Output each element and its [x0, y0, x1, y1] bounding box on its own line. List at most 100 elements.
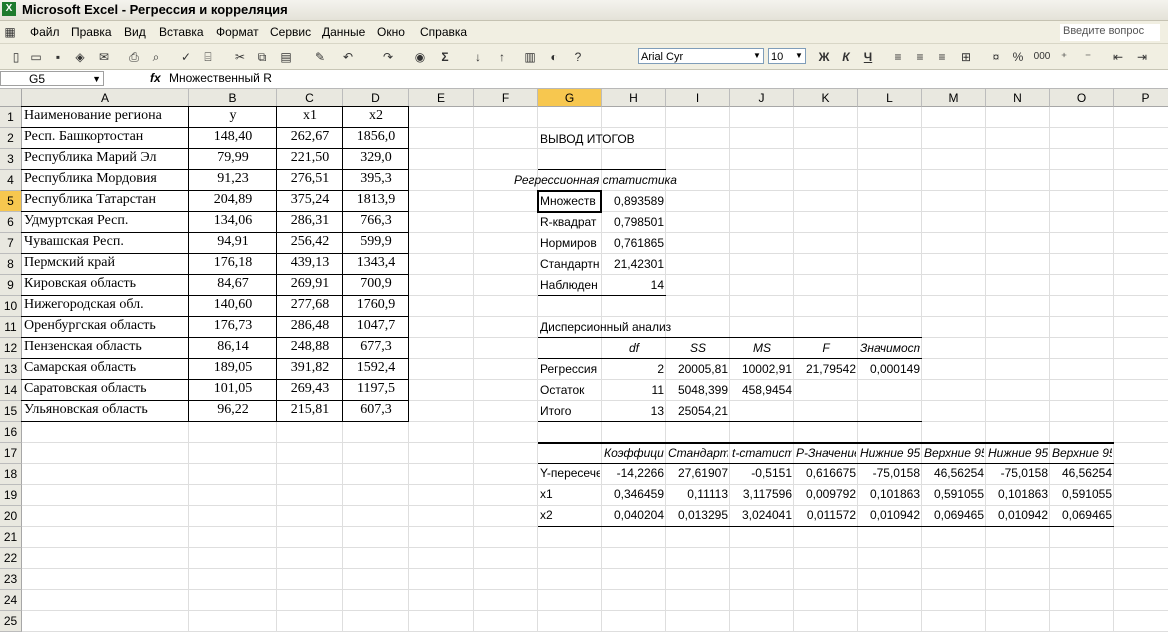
x1-value-cell[interactable]: 256,42 [279, 234, 341, 250]
coef-value-cell[interactable]: 0,591055 [1052, 487, 1112, 501]
x2-value-cell[interactable]: 1760,9 [345, 297, 407, 313]
x1-value-cell[interactable]: 286,31 [279, 213, 341, 229]
row-header[interactable]: 18 [0, 464, 22, 485]
y-value-cell[interactable]: 140,60 [191, 297, 275, 313]
formula-input[interactable]: Множественный R [169, 71, 272, 85]
x1-value-cell[interactable]: 215,81 [279, 402, 341, 418]
decrease-indent-icon[interactable]: ⇤ [1110, 49, 1126, 65]
undo-icon[interactable]: ↶ [340, 49, 356, 65]
y-value-cell[interactable]: 96,22 [191, 402, 275, 418]
row-header[interactable]: 9 [0, 275, 22, 296]
menu-view[interactable]: Вид [124, 25, 146, 39]
permission-icon[interactable]: ◈ [72, 49, 88, 65]
y-value-cell[interactable]: 86,14 [191, 339, 275, 355]
anova-value-cell[interactable]: 5048,399 [668, 383, 728, 397]
stat-label-cell[interactable]: Нормиров [540, 236, 600, 250]
coef-value-cell[interactable]: -14,2266 [604, 466, 664, 480]
help-icon[interactable]: ? [570, 49, 586, 65]
x2-value-cell[interactable]: 766,3 [345, 213, 407, 229]
y-value-cell[interactable]: 189,05 [191, 360, 275, 376]
coef-value-cell[interactable]: 0,010942 [860, 508, 920, 522]
research-icon[interactable]: ⌸ [200, 49, 216, 65]
y-value-cell[interactable]: 101,05 [191, 381, 275, 397]
row-header[interactable]: 25 [0, 611, 22, 632]
x2-value-cell[interactable]: 1343,4 [345, 255, 407, 271]
row-header[interactable]: 11 [0, 317, 22, 338]
document-icon[interactable]: ▦ [2, 24, 18, 40]
y-value-cell[interactable]: 84,67 [191, 276, 275, 292]
coef-header-cell[interactable]: Верхние 95% [924, 446, 984, 460]
coef-value-cell[interactable]: 3,117596 [732, 487, 792, 501]
row-header[interactable]: 22 [0, 548, 22, 569]
y-value-cell[interactable]: 176,73 [191, 318, 275, 334]
regression-statistics-title[interactable]: Регрессионная статистика [514, 173, 710, 187]
anova-value-cell[interactable]: 21,79542 [796, 362, 856, 376]
menu-data[interactable]: Данные [322, 25, 365, 39]
coef-header-cell[interactable]: Нижние 95,0% [988, 446, 1048, 460]
paste-icon[interactable]: ▤ [278, 49, 294, 65]
currency-icon[interactable]: ¤ [988, 49, 1004, 65]
increase-indent-icon[interactable]: ⇥ [1134, 49, 1150, 65]
hyperlink-icon[interactable]: ◉ [412, 49, 428, 65]
row-header[interactable]: 1 [0, 107, 22, 128]
menu-file[interactable]: Файл [30, 25, 60, 39]
coef-value-cell[interactable]: 0,069465 [924, 508, 984, 522]
percent-button[interactable]: % [1010, 49, 1026, 65]
row-header[interactable]: 3 [0, 149, 22, 170]
row-header[interactable]: 12 [0, 338, 22, 359]
x2-value-cell[interactable]: 1856,0 [345, 129, 407, 145]
x2-value-cell[interactable]: 677,3 [345, 339, 407, 355]
region-name-cell[interactable]: Чувашская Респ. [24, 234, 187, 250]
font-name-select[interactable]: Arial Cyr ▼ [638, 48, 764, 64]
coef-value-cell[interactable]: 0,616675 [796, 466, 856, 480]
anova-header-cell[interactable]: MS [732, 341, 792, 355]
coef-header-cell[interactable]: Верхние 95,0% [1052, 446, 1112, 460]
region-name-cell[interactable]: Республика Марий Эл [24, 150, 187, 166]
coef-value-cell[interactable]: -75,0158 [860, 466, 920, 480]
stat-value-cell[interactable]: 0,798501 [604, 215, 664, 229]
column-header[interactable]: I [666, 89, 730, 107]
coef-value-cell[interactable]: 46,56254 [924, 466, 984, 480]
x1-value-cell[interactable]: 221,50 [279, 150, 341, 166]
region-name-cell[interactable]: Респ. Башкортостан [24, 129, 187, 145]
anova-value-cell[interactable]: 0,000149 [860, 362, 920, 376]
y-value-cell[interactable]: 204,89 [191, 192, 275, 208]
stat-label-cell[interactable]: R-квадрат [540, 215, 600, 229]
anova-header-cell[interactable]: SS [668, 341, 728, 355]
row-header[interactable]: 6 [0, 212, 22, 233]
region-name-cell[interactable]: Пензенская область [24, 339, 187, 355]
coef-value-cell[interactable]: -75,0158 [988, 466, 1048, 480]
column-header[interactable]: P [1114, 89, 1168, 107]
column-header[interactable]: D [343, 89, 409, 107]
anova-value-cell[interactable]: 20005,81 [668, 362, 728, 376]
coef-value-cell[interactable]: 3,024041 [732, 508, 792, 522]
email-icon[interactable]: ✉ [96, 49, 112, 65]
region-name-cell[interactable]: Удмуртская Респ. [24, 213, 187, 229]
region-name-cell[interactable]: Кировская область [24, 276, 187, 292]
x1-value-cell[interactable]: 439,13 [279, 255, 341, 271]
row-header[interactable]: 21 [0, 527, 22, 548]
coef-header-cell[interactable]: P-Значение [796, 446, 856, 460]
anova-title[interactable]: Дисперсионный анализ [540, 320, 736, 334]
column-header[interactable]: F [474, 89, 538, 107]
font-size-select[interactable]: 10 ▼ [768, 48, 806, 64]
region-name-cell[interactable]: Республика Татарстан [24, 192, 187, 208]
sort-ascending-icon[interactable]: ↓ [470, 49, 486, 65]
region-name-cell[interactable]: Пермский край [24, 255, 187, 271]
coef-value-cell[interactable]: 0,040204 [604, 508, 664, 522]
region-name-cell[interactable]: Республика Мордовия [24, 171, 187, 187]
row-header[interactable]: 5 [0, 191, 22, 212]
align-right-icon[interactable]: ≡ [934, 49, 950, 65]
coef-header-cell[interactable]: t-статистика [732, 446, 792, 460]
menu-insert[interactable]: Вставка [159, 25, 204, 39]
anova-value-cell[interactable]: 25054,21 [668, 404, 728, 418]
menu-format[interactable]: Формат [216, 25, 259, 39]
merge-center-icon[interactable]: ⊞ [958, 49, 974, 65]
stat-value-cell[interactable]: 14 [604, 278, 664, 292]
coef-value-cell[interactable]: 0,011572 [796, 508, 856, 522]
column-header[interactable]: A [22, 89, 189, 107]
column-header[interactable]: N [986, 89, 1050, 107]
underline-button[interactable]: Ч [860, 49, 876, 65]
column-header[interactable]: J [730, 89, 794, 107]
region-name-cell[interactable]: Оренбургская область [24, 318, 187, 334]
